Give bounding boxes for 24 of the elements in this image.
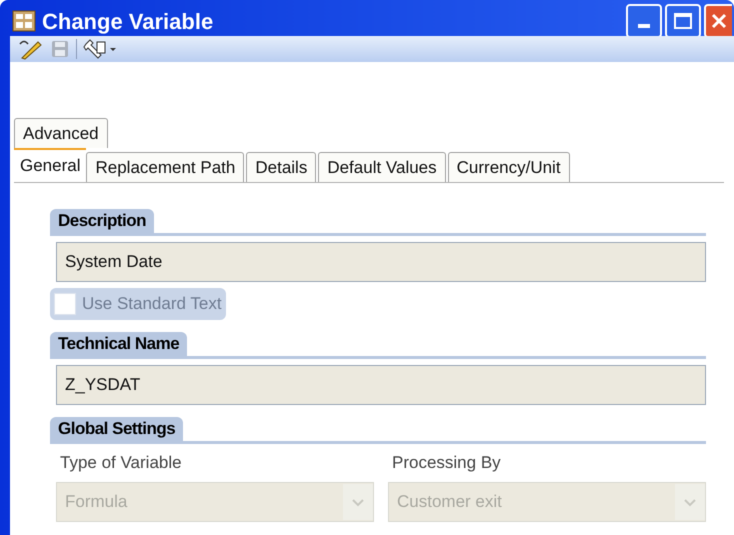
close-button[interactable] [704, 4, 732, 38]
minimize-button[interactable] [626, 4, 662, 38]
tab[interactable]: Details [246, 152, 316, 182]
tab[interactable]: General [14, 148, 86, 182]
maximize-button[interactable] [665, 4, 701, 38]
checkbox-label: Use Standard Text [82, 293, 222, 316]
tab[interactable]: Currency/Unit [448, 152, 570, 182]
tab[interactable]: Advanced [14, 118, 108, 148]
tab[interactable]: Default Values [318, 152, 446, 182]
text-field[interactable]: System Date [56, 242, 706, 282]
field-label: Processing By [391, 452, 502, 474]
tab[interactable]: Replacement Path [86, 152, 244, 182]
chevron-icon [675, 484, 705, 520]
app-icon [12, 10, 36, 32]
group-header: Technical Name [50, 332, 188, 356]
pencil-icon[interactable] [18, 38, 44, 60]
close-icon [711, 13, 727, 29]
field-label: Type of Variable [59, 452, 183, 474]
group-header: Global Settings [50, 417, 184, 441]
window-title: Change Variable [42, 8, 214, 36]
chevron-icon [343, 484, 373, 520]
wrench-icon[interactable] [83, 38, 117, 60]
text-field[interactable]: Z_YSDAT [56, 365, 706, 405]
group-header: Description [50, 209, 154, 233]
